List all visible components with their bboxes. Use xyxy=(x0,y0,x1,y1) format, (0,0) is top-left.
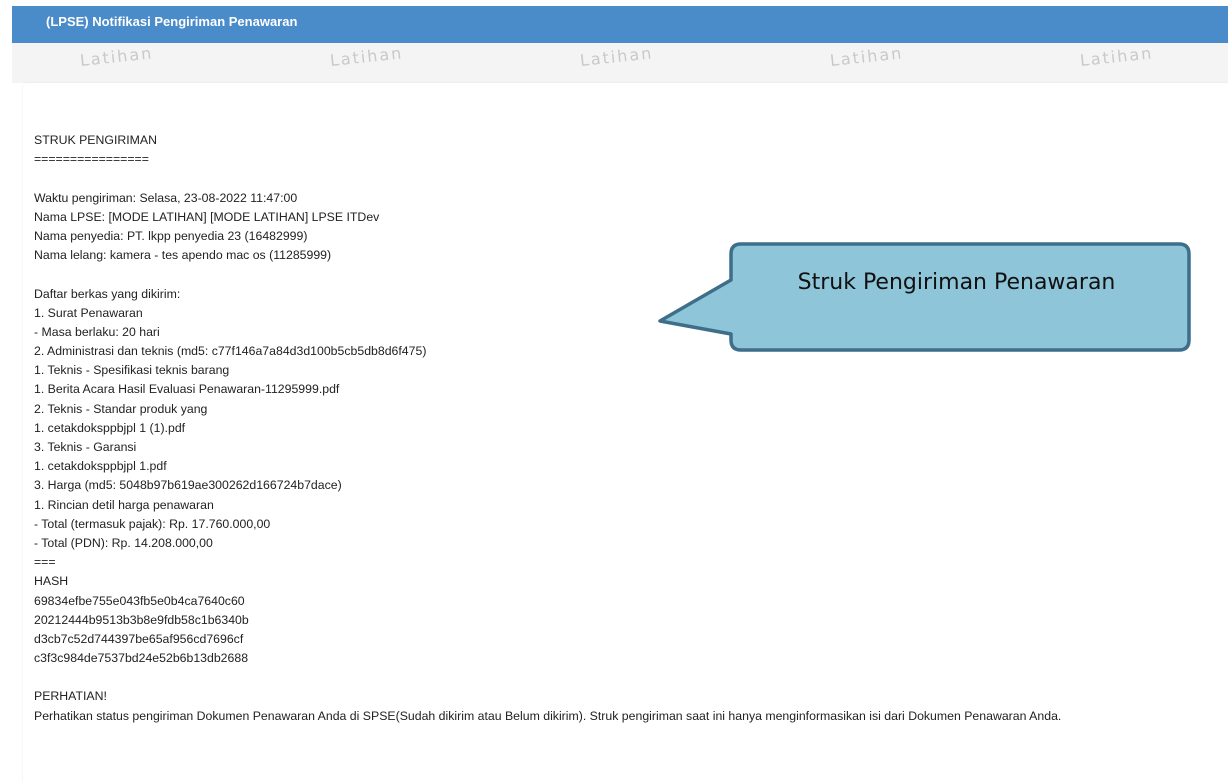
receipt-line: 1. Berita Acara Hasil Evaluasi Penawaran… xyxy=(34,382,340,397)
receipt-line: Perhatikan status pengiriman Dokumen Pen… xyxy=(34,708,1062,723)
receipt-line: d3cb7c52d744397be65af956cd7696cf xyxy=(34,631,244,646)
receipt-line: - Total (termasuk pajak): Rp. 17.760.000… xyxy=(34,516,271,531)
watermark-text: Latihan xyxy=(579,43,655,70)
receipt-line: 3. Harga (md5: 5048b97b619ae300262d16672… xyxy=(34,478,342,493)
callout-label: Struk Pengiriman Penawaran xyxy=(797,270,1116,295)
watermark-text: Latihan xyxy=(829,43,905,70)
receipt-line: Nama LPSE: [MODE LATIHAN] [MODE LATIHAN]… xyxy=(34,209,380,224)
receipt-line: c3f3c984de7537bd24e52b6b13db2688 xyxy=(34,651,249,666)
receipt-line: 1. cetakdoksppbjpl 1 (1).pdf xyxy=(34,420,186,435)
receipt-line: HASH xyxy=(34,574,69,589)
receipt-line: === xyxy=(34,555,56,570)
title-bar: (LPSE) Notifikasi Pengiriman Penawaran xyxy=(12,6,1228,44)
receipt-line: ================ xyxy=(34,152,149,167)
receipt-line: 1. Rincian detil harga penawaran xyxy=(34,497,214,512)
receipt-line: 20212444b9513b3b8e9fdb58c1b6340b xyxy=(34,612,249,627)
receipt-line: 1. cetakdoksppbjpl 1.pdf xyxy=(34,459,167,474)
receipt-line: PERHATIAN! xyxy=(34,689,107,704)
watermark-strip: Latihan Latihan Latihan Latihan Latihan xyxy=(12,43,1228,83)
receipt-line xyxy=(34,668,1228,687)
window-title: (LPSE) Notifikasi Pengiriman Penawaran xyxy=(46,14,298,29)
watermark-text: Latihan xyxy=(79,43,155,70)
receipt-line: STRUK PENGIRIMAN xyxy=(34,133,157,147)
receipt-line: Waktu pengiriman: Selasa, 23-08-2022 11:… xyxy=(34,190,298,205)
receipt-line: 69834efbe755e043fb5e0b4ca7640c60 xyxy=(34,593,245,608)
callout-bubble xyxy=(658,242,1191,352)
receipt-line xyxy=(34,169,1228,188)
receipt-line: 1. Teknis - Spesifikasi teknis barang xyxy=(34,363,230,378)
callout-shape xyxy=(658,242,1191,352)
receipt-line: 3. Teknis - Garansi xyxy=(34,440,137,454)
receipt-line: - Total (PDN): Rp. 14.208.000,00 xyxy=(34,535,213,550)
receipt-line: 2. Teknis - Standar produk yang xyxy=(34,401,208,416)
watermark-text: Latihan xyxy=(1079,43,1155,70)
watermark-text: Latihan xyxy=(329,43,405,70)
receipt-text: STRUK PENGIRIMAN ================ Waktu pe… xyxy=(34,131,1228,726)
